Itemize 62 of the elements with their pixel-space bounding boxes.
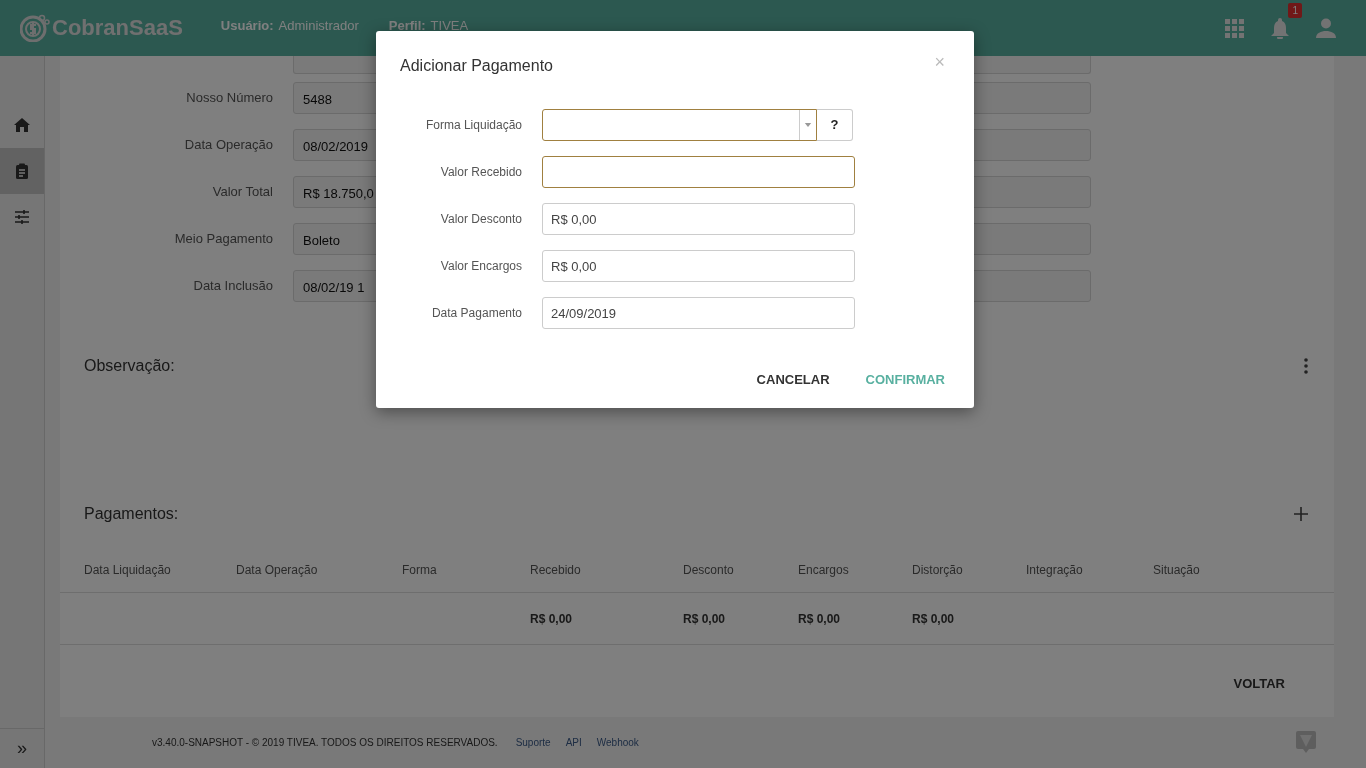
field-label: Valor Recebido <box>439 164 522 179</box>
field-label: Forma Liquidação <box>424 117 522 132</box>
field-label: Data Pagamento <box>430 305 522 320</box>
footer-link[interactable]: Webhook <box>596 736 639 748</box>
sliders-icon <box>14 209 30 225</box>
column-header: Situação <box>1153 563 1201 579</box>
expand-button[interactable]: » <box>0 728 44 768</box>
cancel-button[interactable]: CANCELAR <box>756 366 830 393</box>
footer-link[interactable]: Suporte <box>515 736 551 748</box>
dialog-title: Adicionar Pagamento <box>400 56 553 75</box>
field-label: Valor Desconto <box>439 211 522 226</box>
field-label: Nosso Número <box>185 90 274 105</box>
column-header: Encargos <box>798 563 850 579</box>
confirm-button[interactable]: CONFIRMAR <box>865 366 945 393</box>
grid-icon <box>1225 18 1244 38</box>
user-name: Administrador <box>278 17 359 33</box>
input-field[interactable]: R$ 0,00 <box>542 249 855 282</box>
total-cell-text: R$ 0,00 <box>912 611 956 626</box>
coin-logo-icon <box>20 14 50 42</box>
footer-link[interactable]: API <box>565 736 582 748</box>
person-icon <box>1316 18 1336 38</box>
kebab-menu-icon <box>1304 358 1308 374</box>
shield-logo-icon <box>1295 730 1317 754</box>
column-header: Recebido <box>530 563 582 579</box>
app-logo: CobranSaaS <box>52 15 183 41</box>
notifications-button[interactable] <box>1270 17 1290 39</box>
column-header: Desconto <box>683 563 735 579</box>
notification-count: 1 <box>1288 3 1302 18</box>
user-button[interactable] <box>1316 18 1336 38</box>
sidebar-item[interactable] <box>0 148 44 194</box>
input-field[interactable]: 24/09/2019 <box>542 296 855 329</box>
help-button[interactable]: ? <box>817 108 853 141</box>
profile-name: TIVEA <box>430 17 469 33</box>
input-field[interactable]: R$ 0,00 <box>542 202 855 235</box>
section-title: Observação: <box>84 357 175 375</box>
total-cell-text: R$ 0,00 <box>798 611 842 626</box>
plus-icon <box>1294 507 1308 521</box>
home-icon <box>14 117 30 133</box>
field-label: Data Operação <box>183 137 274 152</box>
more-button[interactable] <box>1304 358 1308 374</box>
field-label: Meio Pagamento <box>173 231 274 246</box>
total-cell-text: R$ 0,00 <box>683 611 727 626</box>
column-header: Data Operação <box>236 563 319 579</box>
profile-label: Perfil: <box>388 17 426 33</box>
clipboard-icon <box>14 163 30 179</box>
column-header: Forma <box>402 563 438 579</box>
input-field[interactable] <box>542 155 855 188</box>
select-field[interactable] <box>542 108 817 141</box>
field-label: Valor Encargos <box>439 258 522 273</box>
section-title: Pagamentos: <box>84 505 179 523</box>
field-label: Valor Total <box>211 184 274 199</box>
apps-button[interactable] <box>1225 18 1244 38</box>
back-button[interactable]: VOLTAR <box>1233 670 1285 697</box>
bell-icon <box>1270 17 1290 39</box>
column-header: Distorção <box>912 563 964 579</box>
add-button[interactable] <box>1294 507 1308 521</box>
column-header: Data Liquidação <box>84 563 172 579</box>
copyright-text: v3.40.0-SNAPSHOT - © 2019 TIVEA. TODOS OS DIREITOS RESERVADOS. <box>152 736 498 748</box>
field-label: Data Inclusão <box>192 278 274 293</box>
total-cell-text: R$ 0,00 <box>530 611 574 626</box>
column-header: Integração <box>1026 563 1084 579</box>
user-label: Usuário: <box>220 17 274 33</box>
